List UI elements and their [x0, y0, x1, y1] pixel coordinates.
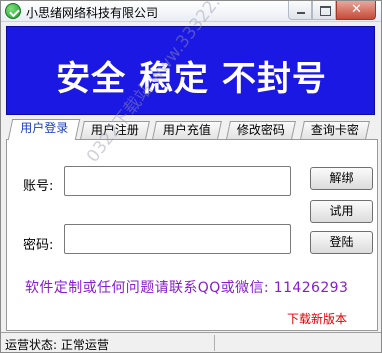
maximize-button[interactable]	[312, 1, 336, 20]
login-panel: 账号: 密码: 解绑 试用 登陆 软件定制或任何问题请联系QQ或微信: 1142…	[6, 139, 378, 331]
minimize-button[interactable]	[288, 1, 312, 20]
tab-user-register[interactable]: 用户注册	[80, 121, 150, 139]
tab-label: 用户充值	[162, 123, 211, 137]
trial-button[interactable]: 试用	[310, 200, 373, 223]
status-text: 运营状态: 正常运营	[5, 338, 109, 352]
tab-label: 用户注册	[90, 123, 139, 137]
tab-label: 查询卡密	[310, 123, 359, 137]
close-button[interactable]: ✕	[336, 1, 376, 20]
app-logo-icon	[5, 3, 21, 19]
tab-label: 修改密码	[236, 123, 285, 137]
download-new-version-link[interactable]: 下载新版本	[287, 310, 347, 327]
login-button[interactable]: 登陆	[310, 231, 373, 254]
account-label: 账号:	[23, 179, 54, 194]
status-divider	[214, 335, 215, 351]
tab-change-password[interactable]: 修改密码	[226, 121, 296, 139]
tab-bar: 用户登录 用户注册 用户充值 修改密码 查询卡密	[6, 119, 378, 140]
tab-label: 用户登录	[20, 121, 69, 135]
unbind-button[interactable]: 解绑	[310, 167, 373, 190]
close-icon: ✕	[351, 2, 362, 17]
tab-query-card[interactable]: 查询卡密	[300, 121, 370, 139]
tab-user-recharge[interactable]: 用户充值	[152, 121, 222, 139]
banner: 安全 稳定 不封号	[6, 26, 375, 115]
tab-user-login[interactable]: 用户登录	[7, 119, 81, 140]
title-bar[interactable]: 小思绪网络科技有限公司 ✕	[1, 1, 381, 22]
password-input[interactable]	[64, 224, 291, 254]
banner-text: 安全 稳定 不封号	[56, 59, 327, 99]
account-input[interactable]	[64, 166, 291, 196]
password-label: 密码:	[23, 238, 54, 253]
window-title: 小思绪网络科技有限公司	[26, 6, 159, 20]
contact-promo-text: 软件定制或任何问题请联系QQ或微信: 11426293	[25, 280, 349, 296]
app-window: 小思绪网络科技有限公司 ✕ 安全 稳定 不封号 用户登录 用户注册 用户充值 修…	[0, 0, 382, 353]
status-bar: 运营状态: 正常运营	[1, 332, 381, 352]
